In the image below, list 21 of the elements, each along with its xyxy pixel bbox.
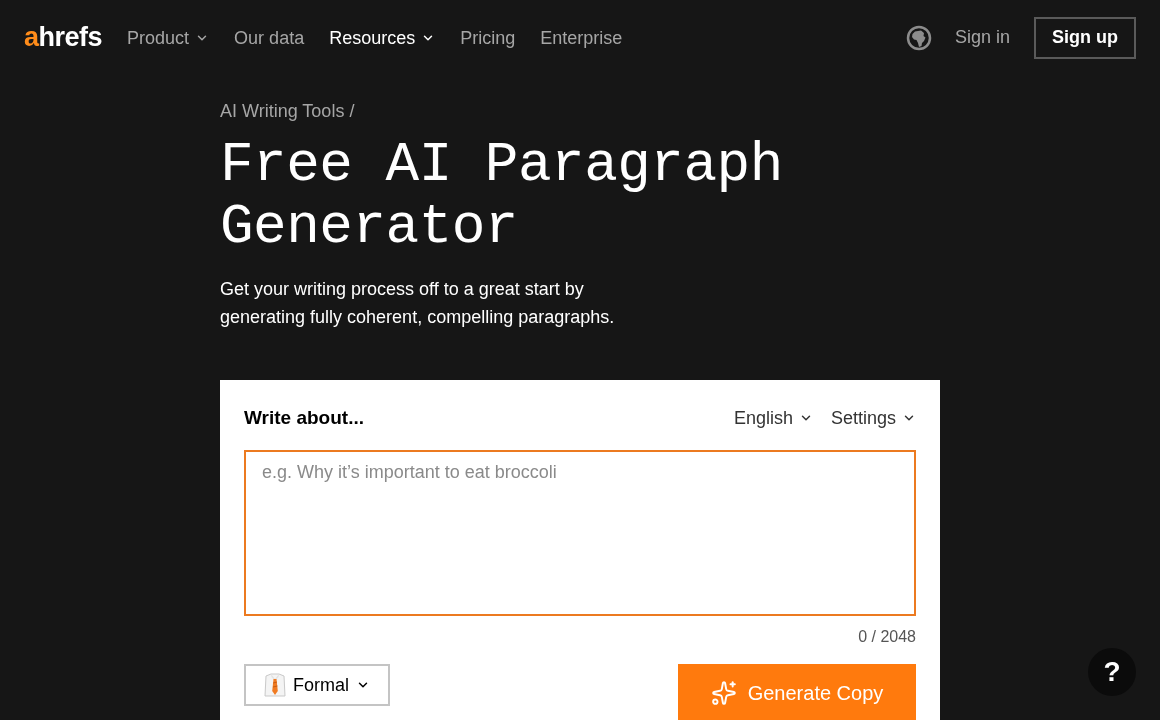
nav-link[interactable]: Our data (234, 25, 305, 50)
nav-link[interactable]: Product (127, 25, 210, 50)
prompt-field[interactable]: e.g. Why it’s important to eat broccoli (244, 450, 916, 616)
nav-link[interactable]: Pricing (460, 25, 516, 50)
tone-dropdown[interactable]: Formal (244, 664, 390, 706)
character-counter: 0 / 2048 (858, 627, 916, 647)
nav-link[interactable]: Resources (329, 25, 436, 50)
dropdown-menu[interactable]: Settings (830, 404, 916, 432)
sign-in-link[interactable]: Sign in (954, 24, 1010, 51)
dropdown-menu[interactable]: English (733, 404, 813, 432)
logo[interactable]: ahrefs (24, 24, 103, 51)
page-title: Free AI Paragraph Generator (220, 134, 784, 258)
globe-icon[interactable] (905, 24, 932, 51)
page-subtitle: Get your writing process off to a great start by generating fully coherent, compelling paragraphs. (220, 278, 616, 329)
sign-up-button[interactable]: Sign up (1034, 16, 1136, 59)
sparkles-icon (710, 680, 737, 706)
breadcrumb[interactable]: AI Writing Tools / (220, 99, 355, 123)
shirt-tie-icon (264, 673, 286, 697)
form-heading: Write about... (244, 405, 364, 430)
nav-link[interactable]: Enterprise (540, 25, 623, 50)
help-button[interactable]: ? (1088, 648, 1136, 696)
